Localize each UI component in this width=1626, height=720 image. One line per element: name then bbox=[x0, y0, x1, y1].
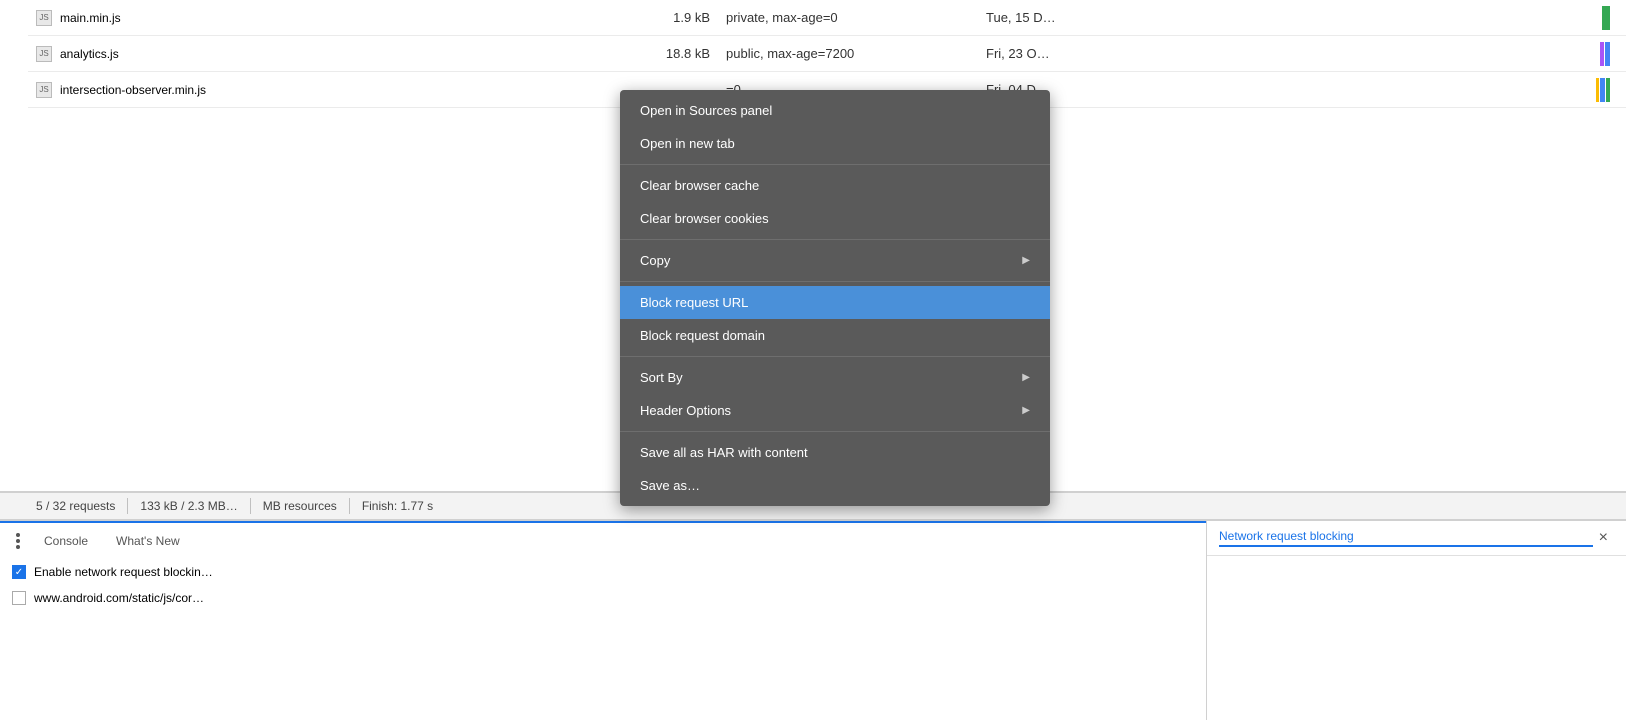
status-divider bbox=[349, 498, 350, 514]
menu-item-block-domain[interactable]: Block request domain bbox=[620, 319, 1050, 352]
right-panel: Network request blocking × bbox=[1206, 521, 1626, 720]
col-waterfall bbox=[1166, 42, 1618, 66]
col-date: Tue, 15 D… bbox=[986, 10, 1166, 25]
table-row[interactable]: JS main.min.js 1.9 kB private, max-age=0… bbox=[28, 0, 1626, 36]
menu-item-open-sources[interactable]: Open in Sources panel bbox=[620, 94, 1050, 127]
file-icon: JS bbox=[36, 46, 52, 62]
col-date: Fri, 23 O… bbox=[986, 46, 1166, 61]
transfer-size: 133 kB / 2.3 MB bbox=[140, 499, 225, 513]
dot bbox=[16, 539, 20, 543]
sort-by-arrow: ▶ bbox=[1022, 372, 1030, 383]
menu-item-clear-cookies[interactable]: Clear browser cookies bbox=[620, 202, 1050, 235]
file-name: intersection-observer.min.js bbox=[60, 83, 206, 97]
file-icon: JS bbox=[36, 82, 52, 98]
transfer-ellipsis: … bbox=[226, 499, 238, 513]
dot bbox=[16, 533, 20, 537]
blocking-item-1[interactable]: ✓ Enable network request blockin… bbox=[0, 559, 1206, 585]
menu-item-sort-by[interactable]: Sort By ▶ bbox=[620, 361, 1050, 394]
menu-section-2: Clear browser cache Clear browser cookie… bbox=[620, 165, 1050, 240]
col-size: 18.8 kB bbox=[586, 46, 726, 61]
copy-submenu-arrow: ▶ bbox=[1022, 255, 1030, 266]
bottom-area: Console What's New ✓ Enable network requ… bbox=[0, 520, 1626, 720]
menu-item-clear-cache[interactable]: Clear browser cache bbox=[620, 169, 1050, 202]
checkbox-empty[interactable] bbox=[12, 591, 26, 605]
checkbox-checked[interactable]: ✓ bbox=[12, 565, 26, 579]
menu-section-5: Sort By ▶ Header Options ▶ bbox=[620, 357, 1050, 432]
table-row[interactable]: JS analytics.js 18.8 kB public, max-age=… bbox=[28, 36, 1626, 72]
status-divider bbox=[250, 498, 251, 514]
header-options-arrow: ▶ bbox=[1022, 405, 1030, 416]
menu-section-1: Open in Sources panel Open in new tab bbox=[620, 90, 1050, 165]
tab-whats-new[interactable]: What's New bbox=[104, 530, 192, 552]
context-menu: Open in Sources panel Open in new tab Cl… bbox=[620, 90, 1050, 506]
menu-section-4: Block request URL Block request domain bbox=[620, 282, 1050, 357]
resources-label: MB resources bbox=[263, 499, 337, 513]
blocking-panel-title: Network request blocking bbox=[1219, 529, 1593, 547]
blocking-label-2: www.android.com/static/js/cor… bbox=[34, 591, 204, 605]
finish-time: Finish: 1.77 s bbox=[362, 499, 433, 513]
status-divider bbox=[127, 498, 128, 514]
left-panel: Console What's New ✓ Enable network requ… bbox=[0, 521, 1206, 720]
blocking-label-1: Enable network request blockin… bbox=[34, 565, 213, 579]
menu-item-block-url[interactable]: Block request URL bbox=[620, 286, 1050, 319]
dot bbox=[16, 545, 20, 549]
requests-count: 5 / 32 requests bbox=[36, 499, 115, 513]
file-name: analytics.js bbox=[60, 47, 119, 61]
menu-item-copy[interactable]: Copy ▶ bbox=[620, 244, 1050, 277]
blocking-close-button[interactable]: × bbox=[1593, 527, 1614, 549]
menu-section-3: Copy ▶ bbox=[620, 240, 1050, 282]
col-waterfall bbox=[1166, 6, 1618, 30]
console-dots-menu[interactable] bbox=[8, 531, 28, 551]
menu-item-open-tab[interactable]: Open in new tab bbox=[620, 127, 1050, 160]
blocking-header: Network request blocking × bbox=[1207, 521, 1626, 556]
col-waterfall bbox=[1166, 78, 1618, 102]
console-bar: Console What's New bbox=[0, 521, 1206, 559]
menu-item-save-as[interactable]: Save as… bbox=[620, 469, 1050, 502]
menu-section-6: Save all as HAR with content Save as… bbox=[620, 432, 1050, 506]
blocking-item-2[interactable]: www.android.com/static/js/cor… bbox=[0, 585, 1206, 611]
file-icon: JS bbox=[36, 10, 52, 26]
col-cache: public, max-age=7200 bbox=[726, 46, 986, 61]
menu-item-header-options[interactable]: Header Options ▶ bbox=[620, 394, 1050, 427]
col-size: 1.9 kB bbox=[586, 10, 726, 25]
tab-console[interactable]: Console bbox=[32, 530, 100, 552]
menu-item-save-har[interactable]: Save all as HAR with content bbox=[620, 436, 1050, 469]
file-name: main.min.js bbox=[60, 11, 121, 25]
col-cache: private, max-age=0 bbox=[726, 10, 986, 25]
